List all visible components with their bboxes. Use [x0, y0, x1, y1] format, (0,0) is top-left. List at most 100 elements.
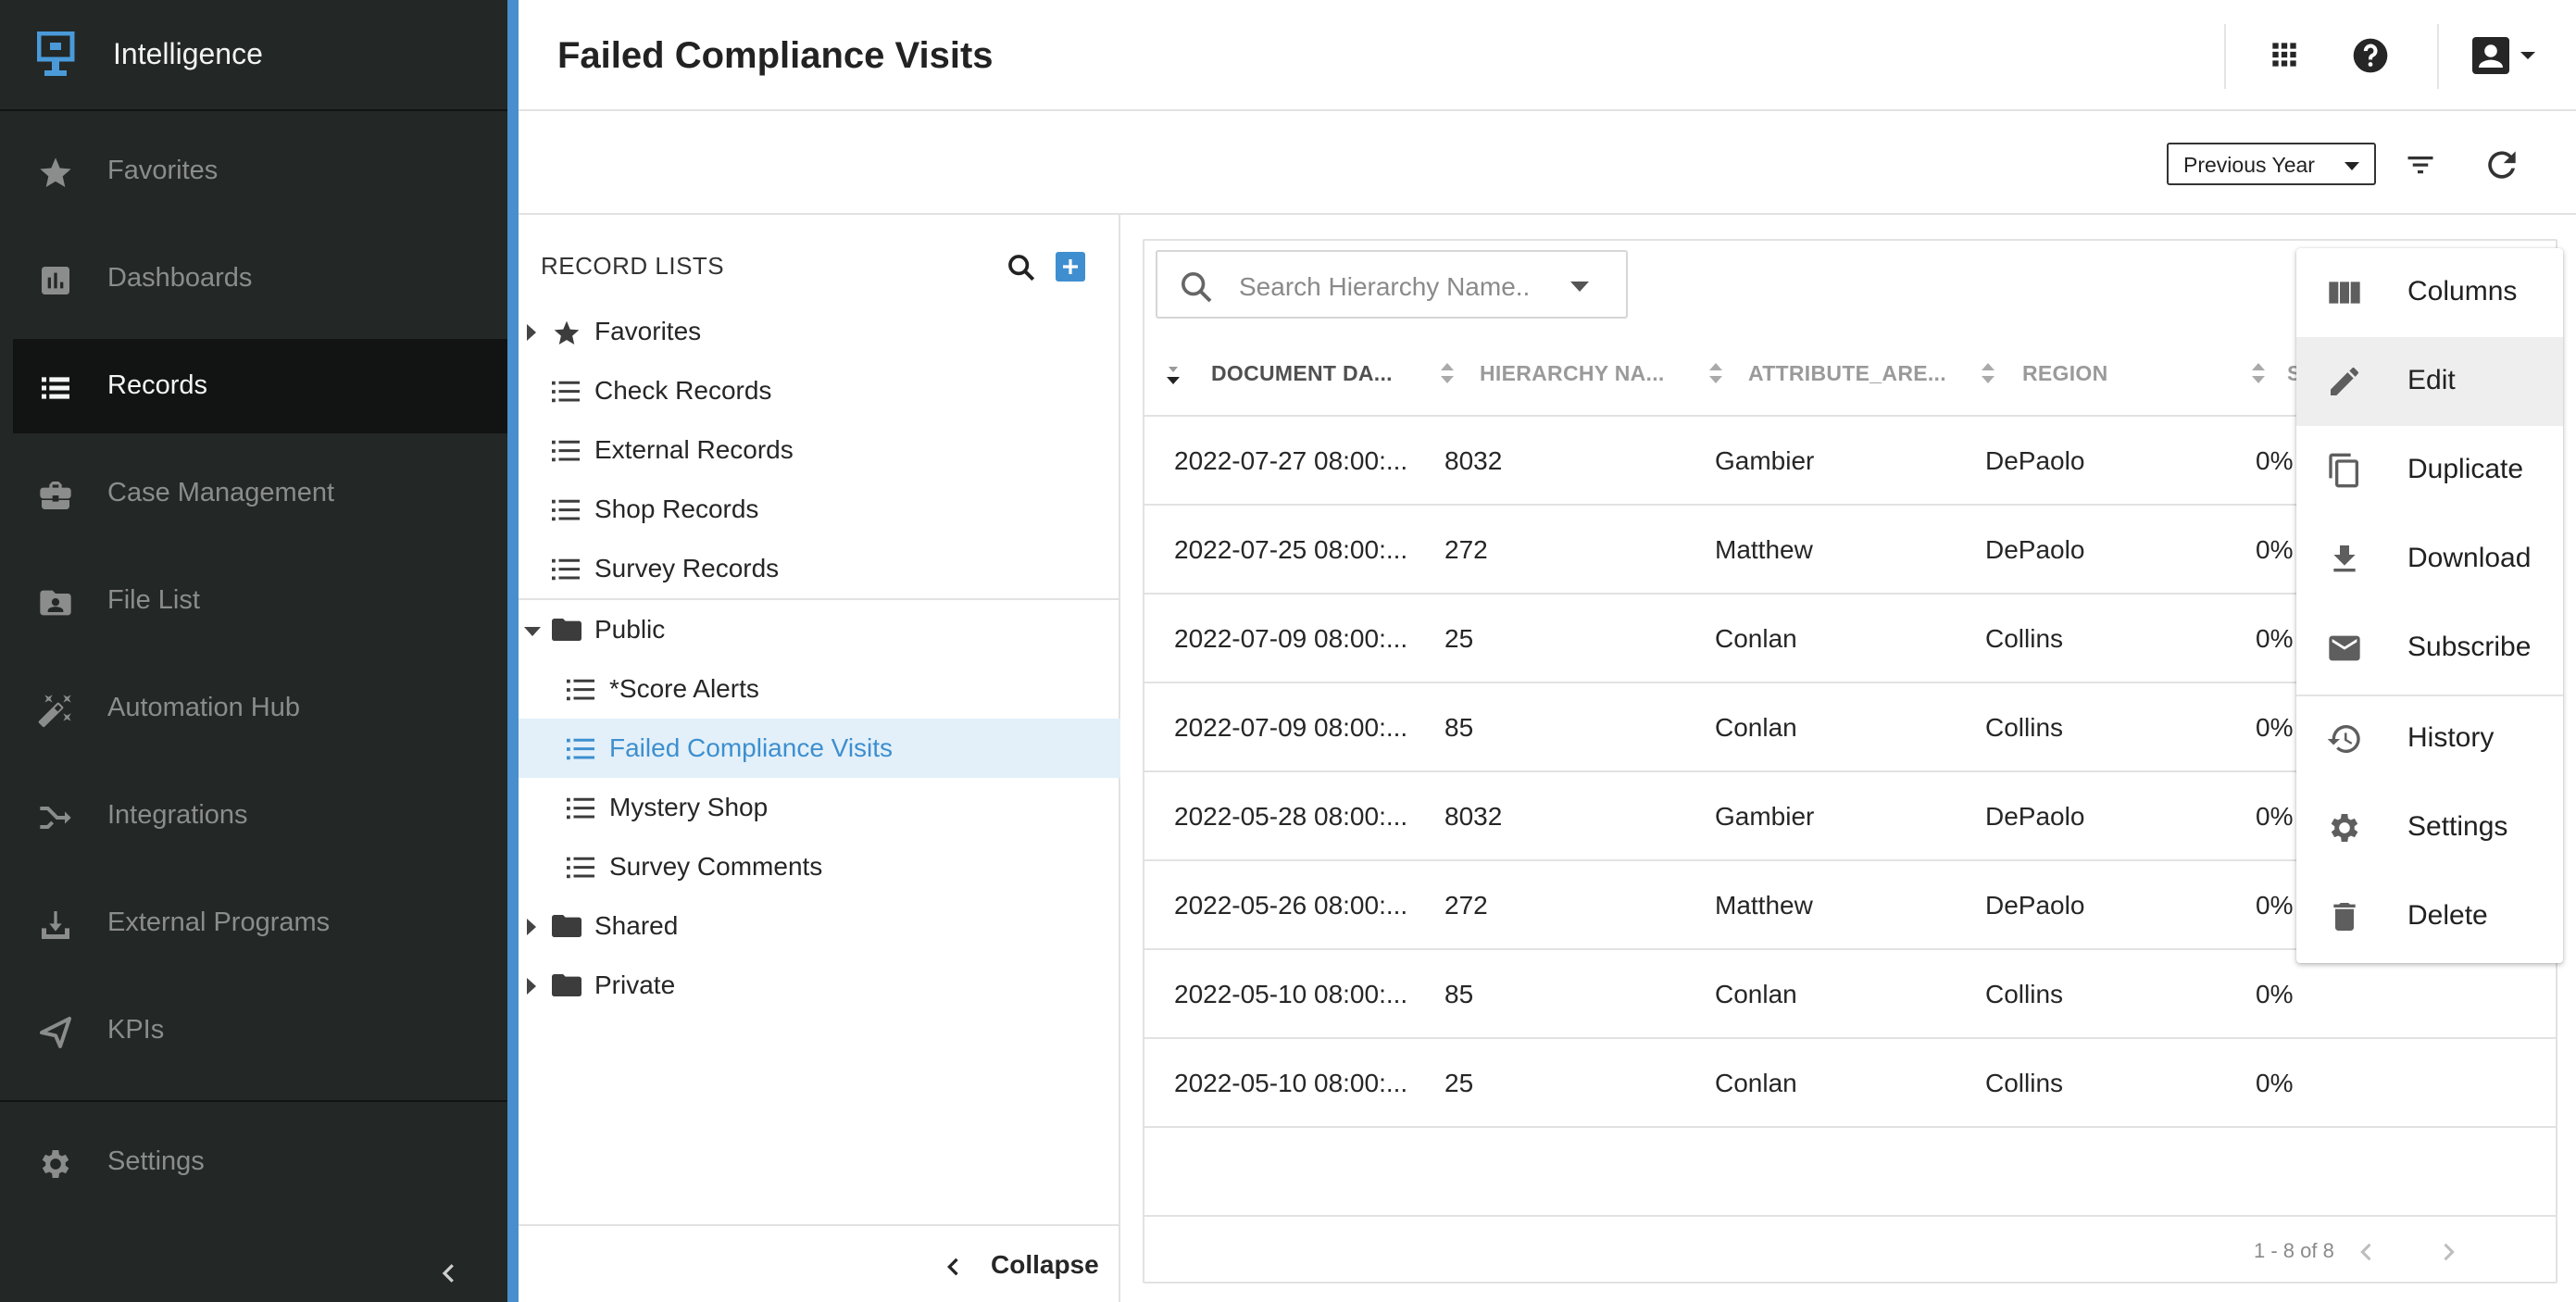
sort-desc-icon[interactable] — [1167, 367, 1180, 385]
refresh-icon[interactable] — [2482, 144, 2522, 185]
cell-document-date: 2022-07-25 08:00:... — [1174, 535, 1408, 564]
sidebar-item-automation-hub[interactable]: Automation Hub — [13, 661, 507, 756]
list-icon — [567, 737, 594, 761]
menu-item-label: Columns — [2407, 276, 2518, 307]
copy-icon — [2326, 452, 2363, 489]
chevron-down-icon — [2345, 162, 2359, 171]
sidebar-item-kpis[interactable]: KPIs — [13, 983, 507, 1078]
cell-document-date: 2022-05-26 08:00:... — [1174, 891, 1408, 920]
menu-item-subscribe[interactable]: Subscribe — [2296, 604, 2563, 693]
menu-item-label: Settings — [2407, 811, 2508, 842]
sort-icon[interactable] — [2252, 361, 2265, 385]
cell-region: Collins — [1985, 1069, 2064, 1097]
sidebar-item-case-management[interactable]: Case Management — [13, 446, 507, 541]
sort-icon[interactable] — [1982, 361, 1995, 385]
menu-item-label: Download — [2407, 543, 2532, 573]
columns-icon — [2326, 274, 2363, 311]
tree-folder-shared[interactable]: Shared — [519, 896, 1120, 956]
menu-item-edit[interactable]: Edit — [2296, 337, 2563, 426]
chevron-down-icon[interactable] — [1570, 282, 1589, 293]
search-icon[interactable] — [1006, 252, 1037, 283]
sidebar-item-label: File List — [107, 585, 200, 615]
column-header-hierarchy-name[interactable]: HIERARCHY NA... — [1480, 361, 1665, 386]
tree-item-mystery-shop[interactable]: Mystery Shop — [519, 778, 1120, 837]
sidebar-item-favorites[interactable]: Favorites — [13, 124, 507, 219]
tree-item-failed-compliance-visits[interactable]: Failed Compliance Visits — [519, 719, 1120, 778]
cell-score: 0% — [2256, 891, 2294, 920]
cell-region: Collins — [1985, 980, 2064, 1008]
sidebar-item-label: Integrations — [107, 800, 248, 830]
tree-folder-public[interactable]: Public — [519, 600, 1120, 659]
history-icon — [2326, 720, 2363, 757]
tree-folder-private[interactable]: Private — [519, 956, 1120, 1015]
cell-score: 0% — [2256, 1069, 2294, 1097]
sidebar-item-label: KPIs — [107, 1015, 165, 1045]
period-select-value: Previous Year — [2183, 153, 2315, 177]
cell-hierarchy-name: 85 — [1444, 980, 1474, 1008]
cell-hierarchy-name: 25 — [1444, 1069, 1474, 1097]
tree-item-score-alerts[interactable]: *Score Alerts — [519, 659, 1120, 719]
cell-hierarchy-name: 8032 — [1444, 802, 1503, 831]
header-divider — [2437, 24, 2439, 89]
cell-document-date: 2022-07-09 08:00:... — [1174, 624, 1408, 653]
sidebar-item-settings[interactable]: Settings — [13, 1115, 507, 1209]
sidebar-item-dashboards[interactable]: Dashboards — [13, 232, 507, 326]
list-icon — [552, 557, 580, 582]
cell-attribute-area: Conlan — [1715, 713, 1797, 742]
list-icon — [552, 498, 580, 522]
cell-region: DePaolo — [1985, 891, 2085, 920]
help-icon[interactable] — [2350, 35, 2391, 76]
sort-icon[interactable] — [1709, 361, 1722, 385]
menu-item-duplicate[interactable]: Duplicate — [2296, 426, 2563, 515]
tree-item-survey-records[interactable]: Survey Records — [519, 539, 1120, 598]
apps-grid-icon[interactable] — [2267, 37, 2302, 72]
sidebar-item-file-list[interactable]: File List — [13, 554, 507, 648]
menu-item-history[interactable]: History — [2296, 695, 2563, 783]
sidebar-item-integrations[interactable]: Integrations — [13, 769, 507, 863]
cell-hierarchy-name: 272 — [1444, 891, 1488, 920]
menu-item-settings[interactable]: Settings — [2296, 783, 2563, 872]
tree-item-shop-records[interactable]: Shop Records — [519, 480, 1120, 539]
sidebar-item-external-programs[interactable]: External Programs — [13, 876, 507, 970]
tree-item-survey-comments[interactable]: Survey Comments — [519, 837, 1120, 896]
tree-label: Private — [594, 970, 676, 999]
sidebar-item-records[interactable]: Records — [13, 339, 507, 433]
cell-attribute-area: Conlan — [1715, 1069, 1797, 1097]
filter-icon[interactable] — [2402, 148, 2439, 182]
tree-label: Survey Comments — [609, 852, 823, 881]
grid-footer: 1 - 8 of 8 — [1144, 1215, 2556, 1283]
caret-right-icon — [526, 919, 537, 935]
menu-item-label: Delete — [2407, 900, 2488, 931]
menu-item-columns[interactable]: Columns — [2296, 248, 2563, 337]
user-account-icon[interactable] — [2470, 35, 2545, 76]
column-header-attribute-area[interactable]: ATTRIBUTE_ARE... — [1748, 361, 1946, 386]
next-page-icon[interactable] — [2435, 1239, 2461, 1265]
add-list-button[interactable] — [1056, 252, 1085, 282]
folder-icon — [552, 617, 581, 643]
hierarchy-search-input[interactable]: Search Hierarchy Name.. — [1156, 250, 1628, 319]
header: Failed Compliance Visits — [519, 0, 2576, 111]
column-header-region[interactable]: REGION — [2022, 361, 2108, 386]
sidebar-item-label: Case Management — [107, 478, 335, 507]
collapse-panel-button[interactable]: Collapse — [519, 1224, 1120, 1302]
tree-folder-favorites[interactable]: Favorites — [519, 302, 1120, 361]
cell-attribute-area: Matthew — [1715, 891, 1813, 920]
sidebar-item-label: External Programs — [107, 908, 331, 937]
menu-item-download[interactable]: Download — [2296, 515, 2563, 604]
period-select[interactable]: Previous Year — [2167, 143, 2376, 185]
record-lists-title: RECORD LISTS — [541, 252, 725, 280]
column-header-document-date[interactable]: DOCUMENT DA... — [1211, 361, 1393, 386]
tree-item-check-records[interactable]: Check Records — [519, 361, 1120, 420]
table-row[interactable]: 2022-05-10 08:00:... 25 Conlan Collins 0… — [1144, 1039, 2556, 1128]
previous-page-icon[interactable] — [2354, 1239, 2380, 1265]
sidebar-collapse-icon[interactable] — [435, 1259, 463, 1287]
tree-item-external-records[interactable]: External Records — [519, 420, 1120, 480]
cell-attribute-area: Conlan — [1715, 624, 1797, 653]
table-row[interactable]: 2022-05-10 08:00:... 85 Conlan Collins 0… — [1144, 950, 2556, 1039]
briefcase-icon — [37, 477, 74, 514]
menu-item-delete[interactable]: Delete — [2296, 872, 2563, 961]
caret-right-icon — [526, 978, 537, 995]
sort-icon[interactable] — [1441, 361, 1454, 385]
tree-label: Shop Records — [594, 495, 759, 523]
tree-label: Public — [594, 615, 666, 644]
